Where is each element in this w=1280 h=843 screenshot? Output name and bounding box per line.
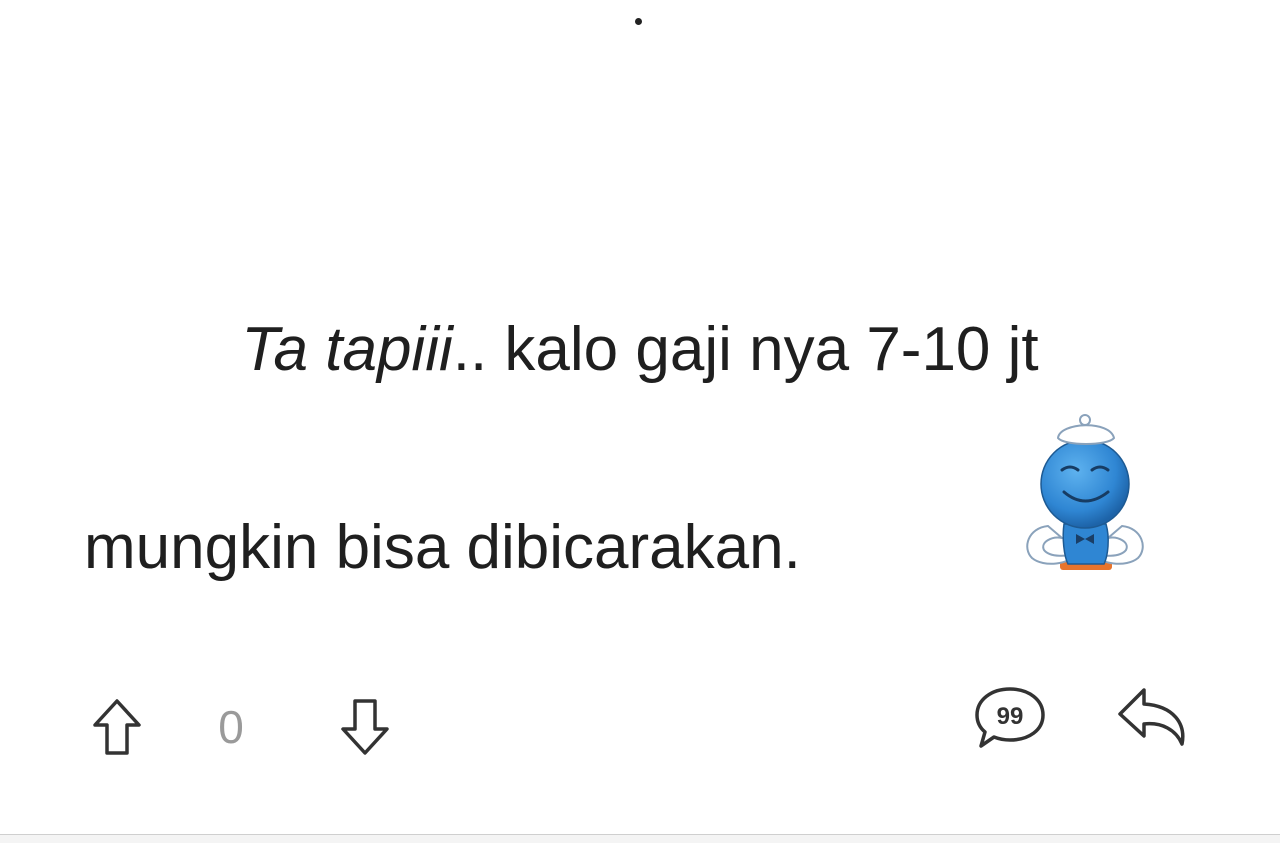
- vote-count: 0: [218, 701, 244, 753]
- post-text-line-1: Ta tapiii.. kalo gaji nya 7-10 jt: [0, 312, 1280, 388]
- quote-bubble-icon: 99: [975, 687, 1045, 748]
- post-view: Ta tapiii.. kalo gaji nya 7-10 jt mungki…: [0, 0, 1280, 843]
- post-text-line-2: mungkin bisa dibicarakan.: [84, 513, 801, 582]
- blue-emoticon-sticker-icon: [1018, 408, 1152, 578]
- reply-button[interactable]: [1110, 680, 1194, 754]
- upvote-button[interactable]: [86, 694, 148, 760]
- arrow-down-icon: [341, 699, 389, 755]
- bottom-divider: [0, 834, 1280, 843]
- separator-dot: [635, 18, 642, 25]
- downvote-button[interactable]: [334, 694, 396, 760]
- arrow-up-icon: [93, 699, 141, 755]
- reply-arrow-icon: [1118, 688, 1185, 746]
- post-text-line-1-rest: .. kalo gaji nya 7-10 jt: [452, 315, 1039, 384]
- quote-button[interactable]: 99: [970, 682, 1050, 752]
- quote-label: 99: [997, 703, 1024, 730]
- post-text-italic: Ta tapiii: [241, 315, 453, 384]
